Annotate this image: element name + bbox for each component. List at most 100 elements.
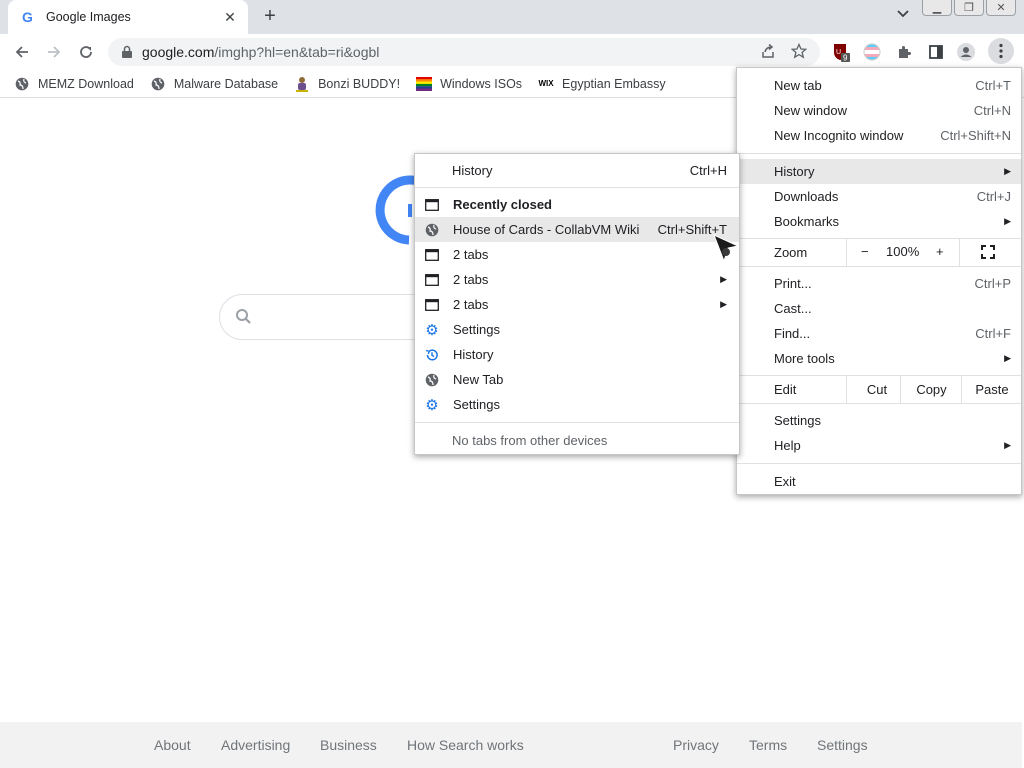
submenu-item-tab-group[interactable]: 2 tabs ▶ (415, 267, 739, 292)
menu-item-cast[interactable]: Cast... (737, 296, 1021, 321)
extensions-puzzle-icon[interactable] (894, 42, 914, 62)
submenu-item-recent-tab[interactable]: House of Cards - CollabVM Wiki Ctrl+Shif… (415, 217, 739, 242)
wix-icon: WIX (538, 79, 554, 88)
history-icon (424, 347, 440, 363)
mouse-cursor-icon (713, 234, 740, 263)
globe-icon (424, 372, 440, 388)
forward-arrow-icon[interactable] (42, 40, 66, 64)
menu-item-help[interactable]: Help ▶ (737, 433, 1021, 458)
tab-strip: G Google Images ✕ + ▁ ❐ ✕ (0, 0, 1024, 34)
footer-business-link[interactable]: Business (320, 737, 377, 753)
ublock-origin-icon[interactable]: U9 (831, 42, 851, 62)
footer-privacy-link[interactable]: Privacy (673, 737, 719, 753)
menu-label: Exit (774, 474, 796, 489)
menu-label: New tab (774, 78, 822, 93)
submenu-label: History (453, 347, 494, 362)
menu-item-find[interactable]: Find... Ctrl+F (737, 321, 1021, 346)
menu-zoom-row: Zoom − 100% + (737, 239, 1021, 266)
profile-avatar-icon[interactable] (956, 42, 976, 62)
extension-badge: 9 (843, 54, 848, 63)
submenu-arrow-icon: ▶ (1004, 353, 1011, 363)
paste-button[interactable]: Paste (961, 376, 1022, 403)
menu-separator (737, 153, 1021, 154)
side-panel-icon[interactable] (926, 42, 946, 62)
submenu-label: 2 tabs (453, 247, 489, 262)
globe-icon (150, 76, 166, 92)
chrome-menu-kebab-icon[interactable] (988, 38, 1014, 64)
menu-item-exit[interactable]: Exit (737, 469, 1021, 494)
menu-item-new-incognito[interactable]: New Incognito window Ctrl+Shift+N (737, 123, 1021, 148)
bookmark-label: MEMZ Download (38, 76, 134, 91)
menu-shortcut: Ctrl+Shift+N (940, 128, 1011, 143)
share-icon[interactable] (758, 41, 778, 61)
new-tab-button[interactable]: + (259, 5, 281, 27)
submenu-arrow-icon: ▶ (1004, 440, 1011, 450)
back-arrow-icon[interactable] (10, 40, 34, 64)
bookmark-egyptian-embassy[interactable]: WIX Egyptian Embassy (538, 76, 666, 92)
bonzi-icon (294, 76, 310, 92)
rainbow-flag-icon (416, 76, 433, 92)
submenu-item-new-tab[interactable]: New Tab (415, 367, 739, 392)
cut-button[interactable]: Cut (846, 376, 907, 403)
zoom-out-button[interactable]: − (861, 244, 869, 259)
submenu-label: History (452, 163, 493, 178)
close-window-icon[interactable]: ✕ (986, 0, 1016, 16)
footer-terms-link[interactable]: Terms (749, 737, 787, 753)
menu-shortcut: Ctrl+F (975, 326, 1011, 341)
fullscreen-icon[interactable] (981, 245, 997, 261)
menu-item-more-tools[interactable]: More tools ▶ (737, 346, 1021, 371)
reload-icon[interactable] (74, 40, 98, 64)
submenu-item-tab-group[interactable]: 2 tabs (415, 242, 739, 267)
footer-about-link[interactable]: About (154, 737, 191, 753)
bookmark-windows-isos[interactable]: Windows ISOs (416, 76, 522, 92)
minimize-icon[interactable]: ▁ (922, 0, 952, 16)
window-icon (424, 272, 440, 288)
tab-title: Google Images (46, 10, 131, 24)
star-icon[interactable] (789, 41, 809, 61)
submenu-item-settings[interactable]: ⚙ Settings (415, 392, 739, 417)
tab-google-images[interactable]: G Google Images ✕ (8, 0, 248, 34)
submenu-item-tab-group[interactable]: 2 tabs ▶ (415, 292, 739, 317)
restore-icon[interactable]: ❐ (954, 0, 984, 16)
zoom-in-button[interactable]: + (936, 244, 944, 259)
footer-advertising-link[interactable]: Advertising (221, 737, 290, 753)
menu-label: Print... (774, 276, 812, 291)
copy-button[interactable]: Copy (900, 376, 962, 403)
bookmark-malware-database[interactable]: Malware Database (150, 76, 278, 92)
bookmark-label: Bonzi BUDDY! (318, 76, 401, 91)
menu-label: Bookmarks (774, 214, 840, 229)
footer-how-search-works-link[interactable]: How Search works (407, 737, 524, 753)
menu-separator (737, 266, 1021, 267)
tab-close-icon[interactable]: ✕ (222, 9, 238, 25)
menu-label: History (774, 164, 815, 179)
submenu-shortcut: Ctrl+H (689, 163, 727, 178)
menu-shortcut: Ctrl+T (975, 78, 1011, 93)
trans-flag-extension-icon[interactable] (862, 42, 882, 62)
bookmark-label: Egyptian Embassy (562, 76, 666, 91)
menu-item-new-window[interactable]: New window Ctrl+N (737, 98, 1021, 123)
menu-item-print[interactable]: Print... Ctrl+P (737, 271, 1021, 296)
menu-separator (737, 463, 1021, 464)
history-submenu: History Ctrl+H Recently closed House of … (414, 153, 740, 455)
submenu-label: Settings (453, 322, 500, 337)
bookmark-label: Windows ISOs (440, 76, 523, 91)
bookmark-bonzi-buddy[interactable]: Bonzi BUDDY! (294, 76, 400, 92)
lock-icon[interactable] (120, 45, 134, 59)
menu-item-settings[interactable]: Settings (737, 408, 1021, 433)
address-bar[interactable]: google.com/imghp?hl=en&tab=ri&ogbl (108, 38, 820, 66)
menu-item-downloads[interactable]: Downloads Ctrl+J (737, 184, 1021, 209)
menu-item-new-tab[interactable]: New tab Ctrl+T (737, 73, 1021, 98)
window-icon (424, 247, 440, 263)
submenu-item-settings[interactable]: ⚙ Settings (415, 317, 739, 342)
submenu-label: No tabs from other devices (452, 433, 608, 448)
menu-label: New window (774, 103, 847, 118)
zoom-level: 100% (886, 244, 920, 259)
submenu-item-history-page[interactable]: History (415, 342, 739, 367)
tab-search-chevron-icon[interactable] (893, 6, 913, 26)
submenu-item-history[interactable]: History Ctrl+H (415, 158, 739, 183)
bookmark-memz[interactable]: MEMZ Download (14, 76, 134, 92)
browser-toolbar: google.com/imghp?hl=en&tab=ri&ogbl U9 (0, 34, 1024, 70)
menu-item-bookmarks[interactable]: Bookmarks ▶ (737, 209, 1021, 234)
menu-item-history[interactable]: History ▶ (737, 159, 1021, 184)
footer-settings-link[interactable]: Settings (817, 737, 868, 753)
